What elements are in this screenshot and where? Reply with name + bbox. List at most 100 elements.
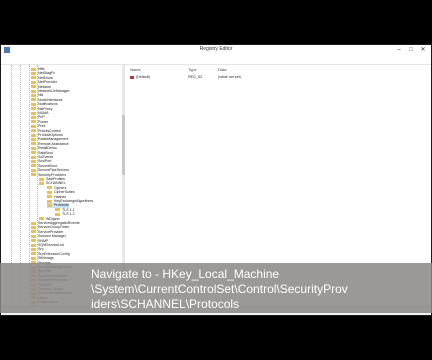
folder-icon xyxy=(31,225,36,229)
folder-icon xyxy=(31,221,36,225)
close-icon[interactable]: ✕ xyxy=(419,46,427,54)
tree-node-label: NetDiagFx xyxy=(38,71,55,76)
tree-node-label: CipherSuites xyxy=(54,190,75,195)
folder-icon xyxy=(31,168,36,172)
tree-node-label: ProductOptions xyxy=(38,133,63,137)
folder-icon xyxy=(31,80,36,84)
tree-node-label: NUMA xyxy=(38,111,49,115)
value-name: (Default) xyxy=(136,75,150,79)
folder-icon xyxy=(31,252,36,256)
folder-icon xyxy=(31,142,36,146)
instruction-caption: Navigate to - HKey_Local_Machine \System… xyxy=(91,267,348,311)
folder-icon xyxy=(31,93,36,97)
folder-icon xyxy=(55,212,60,216)
folder-icon xyxy=(31,173,36,177)
folder-icon xyxy=(31,230,36,234)
tree-node-label: NodeInterfaces xyxy=(38,97,63,102)
tree-node-label: SecureBoot xyxy=(38,163,57,168)
value-row-default[interactable]: (Default) xyxy=(130,75,150,80)
tree-node-label: StillImage xyxy=(38,256,54,261)
tree-node-label: SQMServiceList xyxy=(38,243,64,247)
folder-icon xyxy=(31,85,36,89)
folder-icon xyxy=(47,190,52,194)
folder-icon xyxy=(31,247,36,251)
tree-node-label: NetProvider xyxy=(38,80,57,85)
tree-node-label: WDigest xyxy=(46,216,60,221)
folder-icon xyxy=(31,89,36,93)
minimize-icon[interactable]: – xyxy=(395,46,403,54)
folder-icon xyxy=(31,98,36,102)
column-header-type[interactable]: Type xyxy=(188,67,197,73)
folder-icon xyxy=(31,102,36,106)
tree-node-label: RetailDemo xyxy=(38,146,57,151)
tree-node-label: NetworkUxManager xyxy=(38,89,70,93)
tree-node-label: ServiceAggregatedEvents xyxy=(38,221,80,225)
tree-node-label: Protocols xyxy=(54,203,69,208)
tree-node-label: NsiProxy xyxy=(38,106,53,111)
tree-node-label: RadioManagement xyxy=(38,137,69,142)
folder-icon xyxy=(31,155,36,159)
window-title: Registry Editor xyxy=(199,46,233,52)
tree-node-label: Srp xyxy=(38,247,44,252)
tree-node-label: Hashes xyxy=(54,194,67,199)
tree-node-label: Remote Assistance xyxy=(38,141,69,146)
folder-icon xyxy=(31,137,36,141)
folder-icon xyxy=(39,177,44,181)
tree-node-label: SrpExtensionConfig xyxy=(38,251,70,256)
tree-node-label: Network xyxy=(38,84,52,89)
tree-node-label: SafeBoot xyxy=(38,150,53,155)
tree-node-label: KeyExchangeAlgorithms xyxy=(54,199,94,203)
folder-icon xyxy=(31,67,36,71)
tree-node-label: TLS 1.1 xyxy=(62,207,75,212)
tree-node-label: TLS 1.2 xyxy=(62,212,75,217)
tree-node-label: Session Manager xyxy=(38,234,66,239)
folder-icon xyxy=(31,124,36,128)
column-header-name[interactable]: Name xyxy=(130,67,141,73)
tree-node-label: PriorityControl xyxy=(38,128,61,133)
folder-icon xyxy=(47,203,52,207)
folder-icon xyxy=(31,164,36,168)
string-value-icon xyxy=(130,75,134,79)
maximize-icon[interactable]: □ xyxy=(407,46,415,54)
folder-icon xyxy=(39,217,44,221)
tree-node-label: ScEvents xyxy=(38,155,54,159)
tree-node-label: ServiceGroupOrder xyxy=(38,225,70,230)
value-data: (value not set) xyxy=(218,75,241,79)
tree-node-label: Power xyxy=(38,119,49,124)
folder-icon xyxy=(31,71,36,75)
folder-icon xyxy=(31,107,36,111)
scrollbar-thumb[interactable] xyxy=(122,115,125,176)
tree-node-label: ServiceProvider xyxy=(38,229,64,234)
tree-node-label: Print xyxy=(38,124,46,129)
folder-icon xyxy=(31,115,36,119)
folder-icon xyxy=(31,256,36,260)
tree-node-label: Nls xyxy=(38,93,44,98)
column-header-data[interactable]: Data xyxy=(218,67,226,73)
folder-icon xyxy=(31,234,36,238)
folder-icon xyxy=(47,186,52,190)
tree-node-label: Notifications xyxy=(38,102,58,107)
tree-node-label: PnP xyxy=(38,115,45,120)
folder-icon xyxy=(31,239,36,243)
tree-node-label: NetEnum xyxy=(38,75,53,80)
folder-icon xyxy=(31,111,36,115)
tree-node-label: SaslProfiles xyxy=(46,177,65,181)
folder-icon xyxy=(47,195,52,199)
tree-node-label: Ntfs xyxy=(38,67,45,71)
tree-node-label: SNMP xyxy=(38,238,49,243)
folder-icon xyxy=(31,243,36,247)
folder-icon xyxy=(31,120,36,124)
value-type: REG_SZ xyxy=(188,75,203,79)
folder-icon xyxy=(39,181,44,185)
tree-node-label: SecurityProviders xyxy=(38,172,67,177)
folder-icon xyxy=(55,208,60,212)
tree-node-label: Ciphers xyxy=(54,185,67,190)
tree-node-label: SCHANNEL xyxy=(46,181,66,186)
tree-node-label: SecurePipeServers xyxy=(38,168,69,173)
folder-icon xyxy=(31,159,36,163)
instruction-caption-overlay: Navigate to - HKey_Local_Machine \System… xyxy=(0,263,432,313)
folder-icon xyxy=(31,151,36,155)
folder-icon xyxy=(47,199,52,203)
folder-icon xyxy=(31,133,36,137)
menu-bar: File Edit View Favorites Help xyxy=(1,56,431,71)
